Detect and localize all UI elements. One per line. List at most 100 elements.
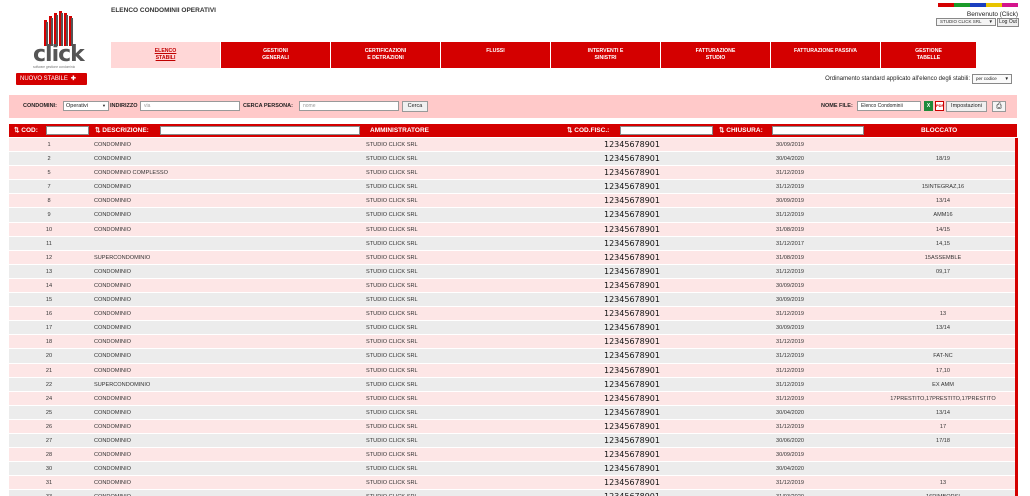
table-row[interactable]: 20 CONDOMINIO STUDIO CLICK SRL 12345678901 3… bbox=[9, 349, 1017, 364]
cell-admin: STUDIO CLICK SRL bbox=[366, 170, 418, 177]
scrollbar[interactable] bbox=[1015, 138, 1018, 496]
cell-cod: 16 bbox=[45, 311, 53, 318]
table-row[interactable]: 16 CONDOMINIO STUDIO CLICK SRL 12345678901 3… bbox=[9, 307, 1017, 322]
cell-desc: SUPERCONDOMINIO bbox=[94, 381, 151, 388]
cell-admin: STUDIO CLICK SRL bbox=[366, 423, 418, 430]
table-row[interactable]: 17 CONDOMINIO STUDIO CLICK SRL 12345678901 3… bbox=[9, 321, 1017, 336]
table-row[interactable]: 27 CONDOMINIO STUDIO CLICK SRL 12345678901 3… bbox=[9, 433, 1017, 449]
cerca-persona-input[interactable]: nome bbox=[299, 101, 399, 111]
cell-admin: STUDIO CLICK SRL bbox=[366, 282, 418, 289]
cell-admin: STUDIO CLICK SRL bbox=[366, 367, 418, 374]
cell-desc: CONDOMINIO bbox=[94, 339, 131, 346]
table-row[interactable]: 9 CONDOMINIO STUDIO CLICK SRL 12345678901 31… bbox=[9, 208, 1017, 223]
nome-file-label: NOME FILE: bbox=[821, 103, 853, 109]
sort-descrizione-header[interactable]: ⇅ DESCRIZIONE: bbox=[95, 124, 149, 137]
condomini-select[interactable]: Operativi ▼ bbox=[63, 101, 109, 111]
cerca-button[interactable]: Cerca bbox=[402, 101, 428, 112]
table-row[interactable]: 31 CONDOMINIO STUDIO CLICK SRL 12345678901 3… bbox=[9, 476, 1017, 491]
table-row[interactable]: 30 CONDOMINIO STUDIO CLICK SRL 12345678901 3… bbox=[9, 462, 1017, 477]
cell-bloccato: 17,10 bbox=[936, 367, 950, 374]
cell-desc: CONDOMINIO bbox=[94, 184, 131, 191]
cell-cf: 12345678901 bbox=[604, 238, 660, 248]
nav-gestioni-generali[interactable]: GESTIONI GENERALI bbox=[221, 42, 331, 68]
cell-chiusura: 31/12/2019 bbox=[776, 339, 804, 346]
ordering-select[interactable]: per codice ▼ bbox=[972, 74, 1012, 84]
sort-cod-header[interactable]: ⇅ COD: bbox=[14, 124, 38, 137]
table-row[interactable]: 21 CONDOMINIO STUDIO CLICK SRL 12345678901 3… bbox=[9, 363, 1017, 378]
cell-desc: CONDOMINIO bbox=[94, 367, 131, 374]
main-nav: ELENCO STABILI GESTIONI GENERALI CERTIFI… bbox=[111, 42, 977, 68]
nav-flussi[interactable]: FLUSSI bbox=[441, 42, 551, 68]
table-row[interactable]: 18 CONDOMINIO STUDIO CLICK SRL 12345678901 3… bbox=[9, 335, 1017, 350]
cell-chiusura: 31/12/2019 bbox=[776, 353, 804, 360]
table-row[interactable]: 7 CONDOMINIO STUDIO CLICK SRL 12345678901 31… bbox=[9, 180, 1017, 195]
cell-cod: 17 bbox=[45, 325, 53, 332]
cell-chiusura: 31/12/2019 bbox=[776, 480, 804, 487]
cell-desc: CONDOMINIO bbox=[94, 452, 131, 459]
cell-cf: 12345678901 bbox=[604, 323, 660, 333]
table-row[interactable]: 24 CONDOMINIO STUDIO CLICK SRL 12345678901 3… bbox=[9, 391, 1017, 406]
codfisc-filter-input[interactable] bbox=[620, 126, 713, 135]
nav-certificazioni[interactable]: CERTIFICAZIONI E DETRAZIONI bbox=[331, 42, 441, 68]
table-row[interactable]: 13 CONDOMINIO STUDIO CLICK SRL 12345678901 3… bbox=[9, 264, 1017, 279]
table-row[interactable]: 25 CONDOMINIO STUDIO CLICK SRL 12345678901 3… bbox=[9, 405, 1017, 420]
nav-fatturazione-studio[interactable]: FATTURAZIONE STUDIO bbox=[661, 42, 771, 68]
nome-file-input[interactable]: Elenco Condominii bbox=[857, 101, 921, 111]
strip-blue bbox=[970, 3, 986, 7]
logout-button[interactable]: Log Out bbox=[997, 18, 1019, 27]
cell-desc: CONDOMINIO bbox=[94, 423, 131, 430]
new-stabile-label: NUOVO STABILE bbox=[20, 76, 68, 82]
pdf-export-icon[interactable]: PDF bbox=[935, 101, 944, 111]
table-row[interactable]: 1 CONDOMINIO STUDIO CLICK SRL 12345678901 30… bbox=[9, 138, 1017, 153]
table-row[interactable]: 15 CONDOMINIO STUDIO CLICK SRL 12345678901 3… bbox=[9, 293, 1017, 308]
table-row[interactable]: 11 STUDIO CLICK SRL 12345678901 31/12/2017 1… bbox=[9, 236, 1017, 251]
chiusura-filter-input[interactable] bbox=[772, 126, 864, 135]
table-row[interactable]: 22 SUPERCONDOMINIO STUDIO CLICK SRL 1234567… bbox=[9, 377, 1017, 392]
table-row[interactable]: 5 CONDOMINIO COMPLESSO STUDIO CLICK SRL 123… bbox=[9, 166, 1017, 181]
sort-chiusura-header[interactable]: ⇅ CHIUSURA: bbox=[719, 124, 763, 137]
cell-cf: 12345678901 bbox=[604, 154, 660, 164]
print-icon[interactable]: ⎙ bbox=[992, 101, 1006, 112]
cell-cf: 12345678901 bbox=[604, 478, 660, 488]
table-row[interactable]: 14 CONDOMINIO STUDIO CLICK SRL 12345678901 3… bbox=[9, 278, 1017, 294]
cell-chiusura: 31/12/2019 bbox=[776, 381, 804, 388]
impostazioni-button[interactable]: Impostazioni bbox=[946, 101, 987, 112]
nav-elenco-stabili[interactable]: ELENCO STABILI bbox=[111, 42, 221, 68]
column-codfisc-label: COD.FISC.: bbox=[574, 127, 610, 134]
nav-interventi-sinistri[interactable]: INTERVENTI E SINISTRI bbox=[551, 42, 661, 68]
indirizzo-input[interactable]: via bbox=[140, 101, 240, 111]
excel-export-icon[interactable]: X bbox=[924, 101, 933, 111]
descrizione-filter-input[interactable] bbox=[160, 126, 360, 135]
click-logo[interactable]: click software gestione condominio bbox=[30, 8, 100, 70]
cell-desc: CONDOMINIO bbox=[94, 311, 131, 318]
nav-gestione-tabelle[interactable]: GESTIONE TABELLE bbox=[881, 42, 977, 68]
color-strip bbox=[938, 3, 1018, 7]
table-row[interactable]: 10 CONDOMINIO STUDIO CLICK SRL 12345678901 3… bbox=[9, 222, 1017, 237]
cell-bloccato: 13/14 bbox=[936, 325, 950, 332]
cell-bloccato: FAT-NC bbox=[933, 353, 953, 360]
cod-filter-input[interactable] bbox=[46, 126, 89, 135]
new-stabile-button[interactable]: NUOVO STABILE ✚ bbox=[16, 73, 87, 85]
cell-desc: CONDOMINIO bbox=[94, 490, 131, 496]
table-row[interactable]: 28 CONDOMINIO STUDIO CLICK SRL 12345678901 3… bbox=[9, 448, 1017, 463]
user-select[interactable]: STUDIO CLICK SRL ▼ bbox=[936, 18, 996, 26]
table-row[interactable]: 26 CONDOMINIO STUDIO CLICK SRL 12345678901 3… bbox=[9, 419, 1017, 434]
cell-admin: STUDIO CLICK SRL bbox=[366, 395, 418, 402]
cell-admin: STUDIO CLICK SRL bbox=[366, 490, 418, 496]
table-body: 1 CONDOMINIO STUDIO CLICK SRL 12345678901 30… bbox=[9, 138, 1017, 496]
cell-chiusura: 31/12/2019 bbox=[776, 423, 804, 430]
table-row[interactable]: 33 CONDOMINIO STUDIO CLICK SRL 12345678901 3… bbox=[9, 490, 1017, 496]
cell-cf: 12345678901 bbox=[604, 421, 660, 431]
nav-fatturazione-passiva[interactable]: FATTURAZIONE PASSIVA bbox=[771, 42, 881, 68]
table-row[interactable]: 2 CONDOMINIO STUDIO CLICK SRL 12345678901 30… bbox=[9, 152, 1017, 167]
cell-chiusura: 30/09/2019 bbox=[776, 297, 804, 304]
table-row[interactable]: 8 CONDOMINIO STUDIO CLICK SRL 12345678901 30… bbox=[9, 194, 1017, 209]
sort-codfisc-header[interactable]: ⇅ COD.FISC.: bbox=[567, 124, 609, 137]
cell-chiusura: 30/09/2019 bbox=[776, 198, 804, 205]
condomini-label: CONDOMINI: bbox=[23, 103, 57, 109]
cell-chiusura: 31/12/2019 bbox=[776, 170, 804, 177]
table-row[interactable]: 12 SUPERCONDOMINIO STUDIO CLICK SRL 1234567… bbox=[9, 250, 1017, 265]
cell-bloccato: EX AMM bbox=[932, 381, 954, 388]
cell-cf: 12345678901 bbox=[604, 140, 660, 149]
click-link[interactable]: (Click) bbox=[1000, 11, 1018, 18]
